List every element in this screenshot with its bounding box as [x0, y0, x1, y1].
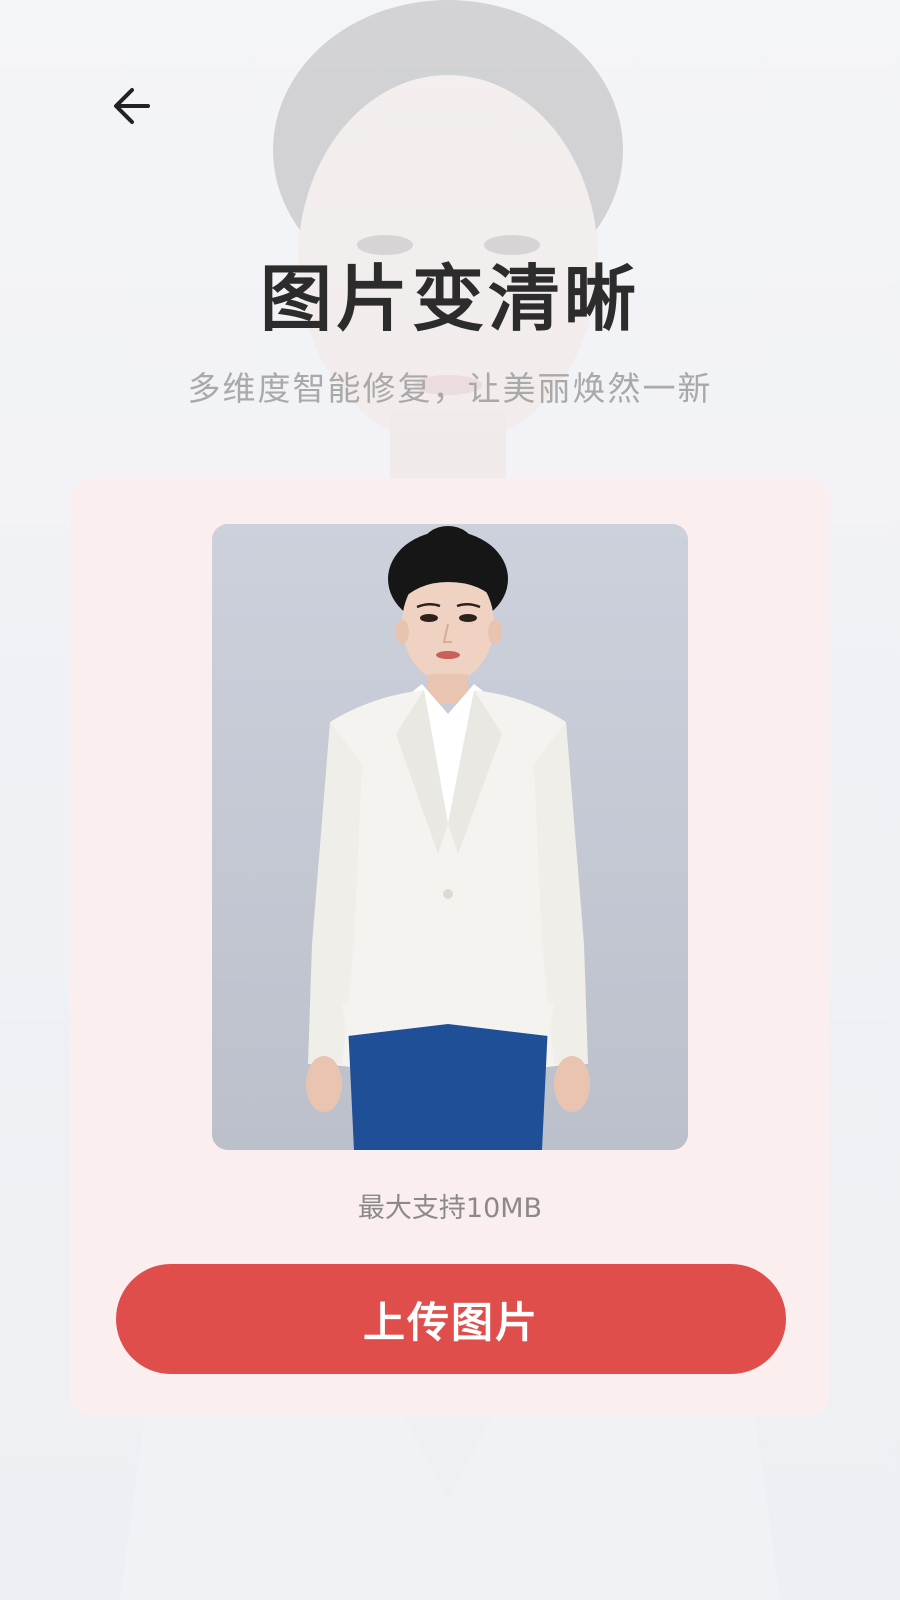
upload-card: 最大支持10MB 上传图片: [70, 478, 830, 1416]
sample-portrait: [212, 524, 688, 1150]
arrow-left-icon: [114, 88, 150, 124]
file-size-hint: 最大支持10MB: [357, 1193, 543, 1224]
back-button[interactable]: [96, 76, 168, 136]
upload-image-button[interactable]: 上传图片: [116, 1264, 786, 1374]
sample-photo: [212, 524, 688, 1150]
page-subtitle: 多维度智能修复，让美丽焕然一新: [187, 369, 713, 408]
upload-button-label: 上传图片: [362, 1297, 539, 1347]
page-title: 图片变清晰: [259, 257, 640, 341]
screen: 图片变清晰 多维度智能修复，让美丽焕然一新 最大支持10MB 上传图片: [0, 0, 900, 1600]
